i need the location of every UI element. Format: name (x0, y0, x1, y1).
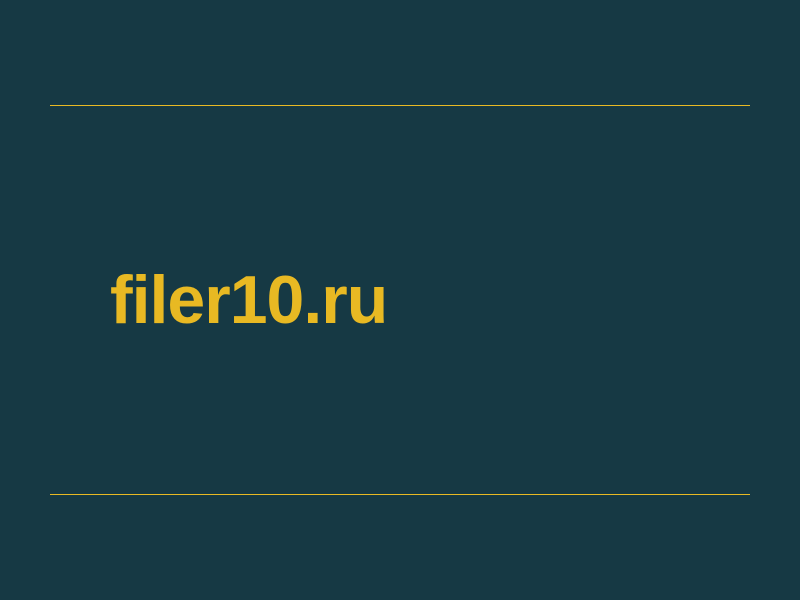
domain-text: filer10.ru (110, 261, 750, 339)
main-container: filer10.ru (50, 105, 750, 495)
bottom-divider (50, 494, 750, 495)
content-area: filer10.ru (50, 106, 750, 494)
